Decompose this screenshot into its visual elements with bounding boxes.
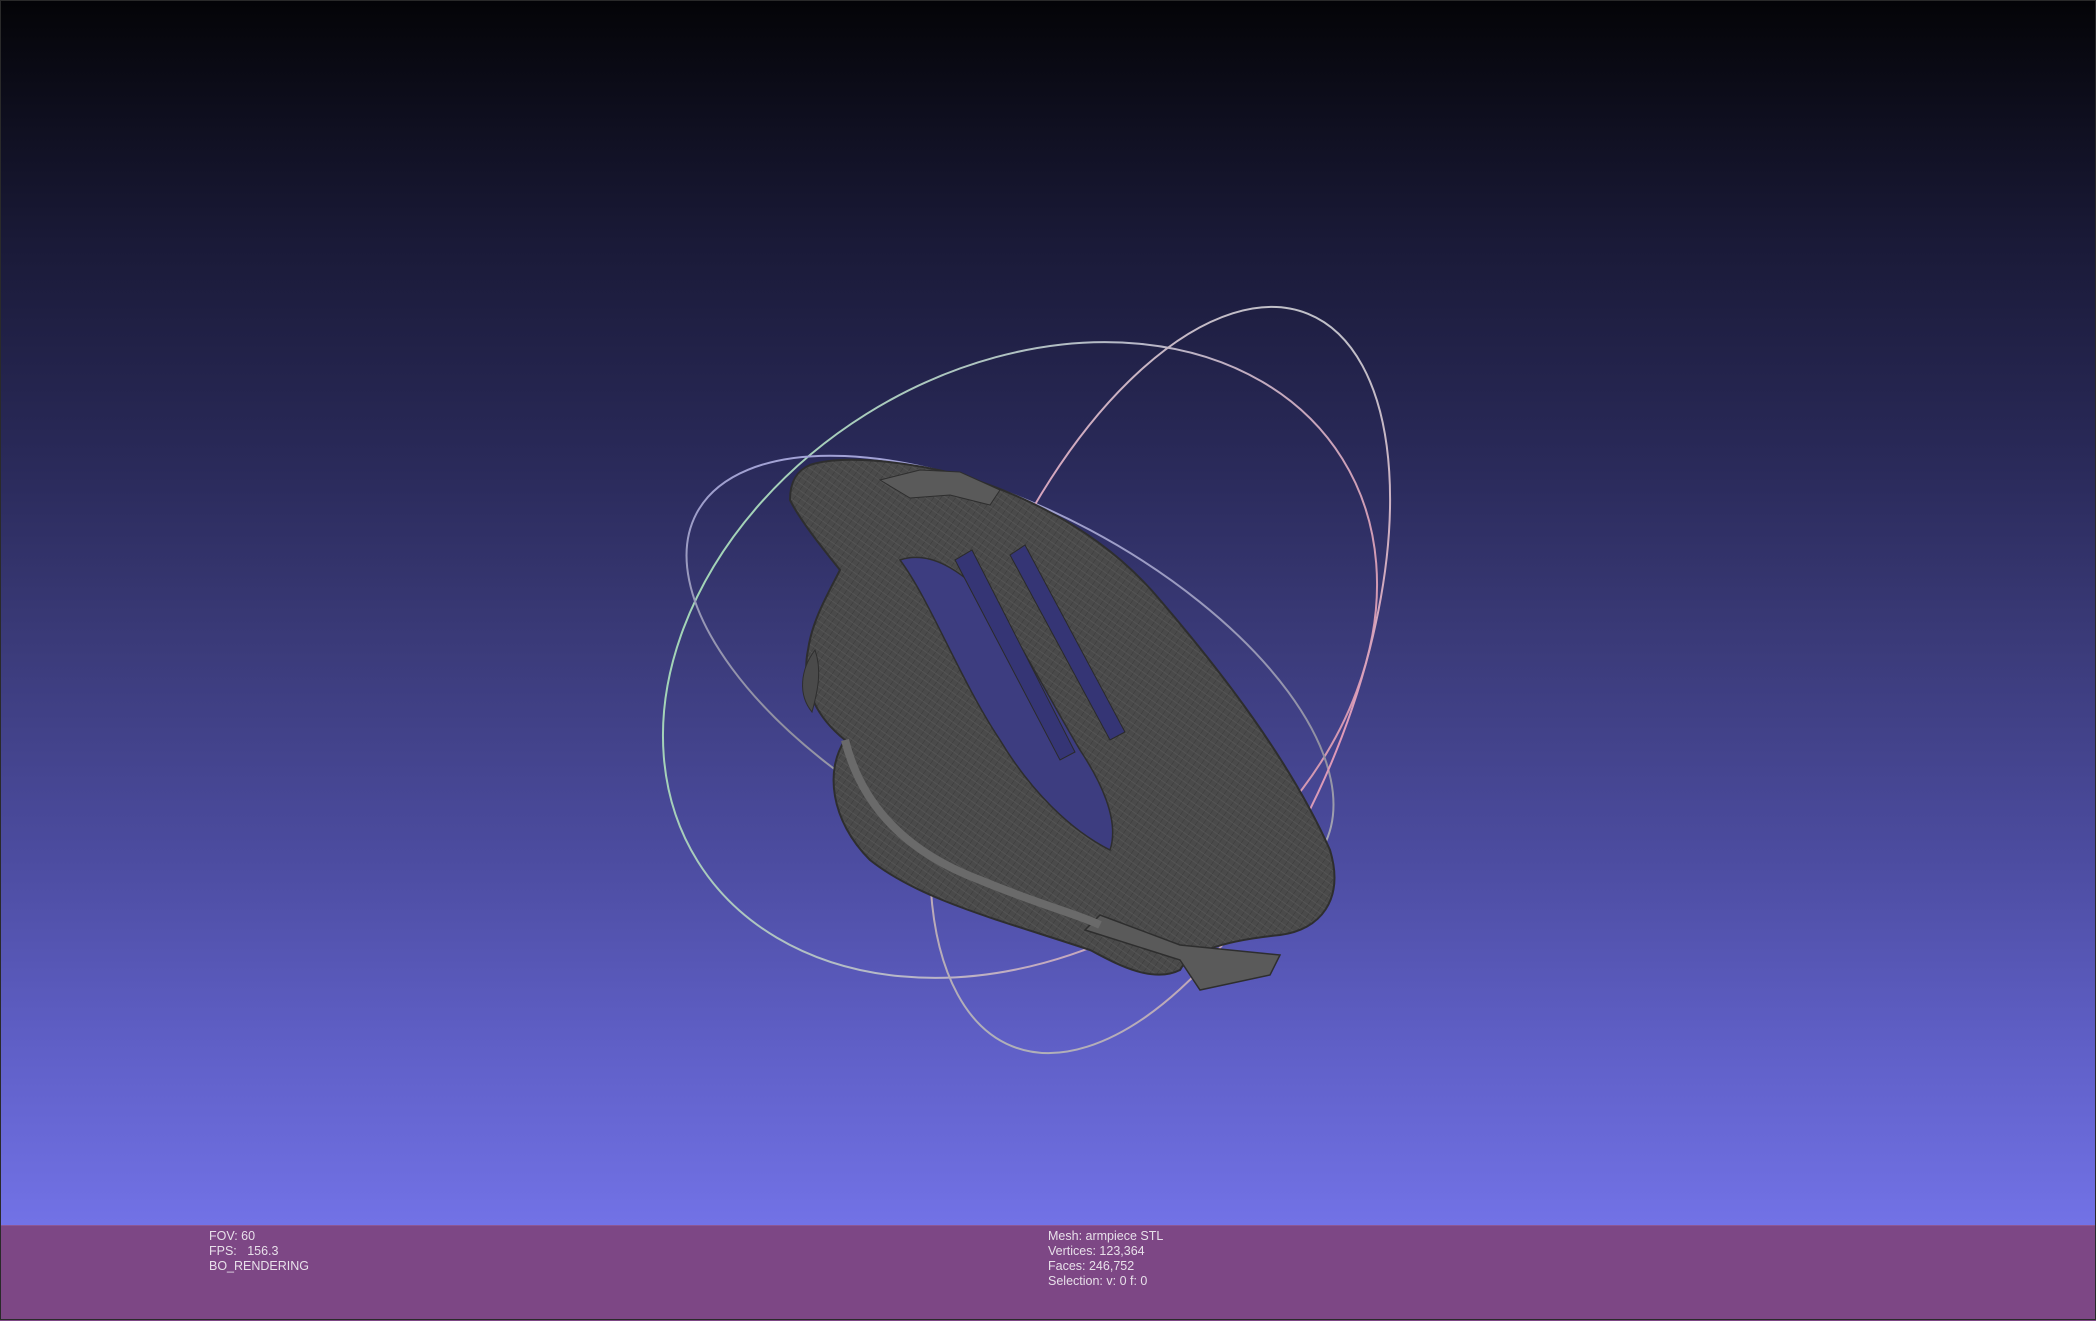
vertices-readout: Vertices: 123,364 <box>1048 1244 1145 1258</box>
3d-viewport[interactable] <box>0 0 2096 1225</box>
render-mode-readout: BO_RENDERING <box>209 1259 310 1273</box>
fov-readout: FOV: 60 <box>209 1229 256 1243</box>
scene-canvas[interactable] <box>0 0 2096 1225</box>
mesh-name-readout: Mesh: armpiece STL <box>1048 1229 1164 1243</box>
render-info: FOV: 60 FPS: 156.3 BO_RENDERING <box>209 1229 309 1274</box>
selection-readout: Selection: v: 0 f: 0 <box>1048 1274 1148 1288</box>
fps-readout: FPS: 156.3 <box>209 1244 279 1258</box>
mesh-model[interactable] <box>788 458 1336 991</box>
mesh-info: Mesh: armpiece STL Vertices: 123,364 Fac… <box>1048 1229 1163 1289</box>
status-infobar: FOV: 60 FPS: 156.3 BO_RENDERING Mesh: ar… <box>0 1225 2096 1321</box>
faces-readout: Faces: 246,752 <box>1048 1259 1135 1273</box>
